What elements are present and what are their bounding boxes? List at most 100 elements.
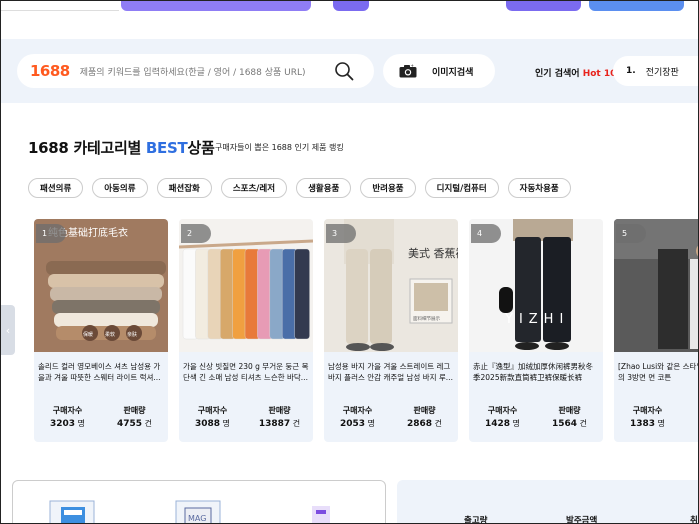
buyers-value: 3203 명 <box>50 419 85 429</box>
product-card[interactable]: 2 가을 신상 빗질면 230 g 무거운 둥근 목 단색 긴 소매 남성 티셔츠… <box>179 219 313 442</box>
product-card[interactable]: 纯色基础打底毛衣 保暖 柔软 亲肤 1 솔리드 컬러 영모베이스 셔츠 남성용 가을과 겨… <box>34 219 168 442</box>
shop-icon[interactable] <box>49 500 95 524</box>
page: 1688 제품의 키워드를 입력하세요(한글 / 영어 / 1688 상품 UR… <box>0 0 699 524</box>
product-title[interactable]: 솔리드 컬러 영모베이스 셔츠 남성용 가을과 겨울 따뜻한 스웨터 라이트 럭… <box>38 361 164 383</box>
svg-text:+: + <box>411 64 414 68</box>
buyers-label: 구매자수 <box>632 406 663 415</box>
rank-badge: 1 <box>36 224 66 243</box>
hot-keyword-rank: 1. <box>626 66 636 76</box>
top-banner[interactable] <box>121 1 311 11</box>
image-search-button[interactable]: + 이미지검색 <box>383 54 495 88</box>
sales-stat: 판매량 13887 건 <box>246 405 313 429</box>
chevron-left-icon: ‹ <box>5 323 11 337</box>
top-banner-strip <box>1 1 698 13</box>
search-icon[interactable] <box>334 61 354 81</box>
rank-badge: 4 <box>471 224 501 243</box>
category-tab[interactable]: 자동차용품 <box>507 178 571 198</box>
product-title[interactable]: 가을 신상 빗질면 230 g 무거운 둥근 목 단색 긴 소매 남성 티셔츠 … <box>183 361 309 383</box>
product-image-tag: 面料细节展示 <box>413 315 440 322</box>
magazine-icon[interactable]: MAG <box>175 500 221 524</box>
buyers-stat: 구매자수 1428 명 <box>469 405 536 429</box>
carousel-prev-button[interactable]: ‹ <box>1 305 15 355</box>
category-tabs: 패션의류 아동의류 패션잡화 스포츠/레저 생활용품 반려용품 디지털/컴퓨터 자동차용품 <box>28 178 571 198</box>
camera-icon: + <box>399 64 417 78</box>
sales-stat: 판매량 4755 건 <box>101 405 168 429</box>
section-title: 1688 카테고리별 BEST상품 <box>28 137 215 158</box>
sales-label: 판매량 <box>681 405 698 416</box>
top-banner[interactable] <box>506 1 581 11</box>
product-stats: 구매자수 3088 명 판매량 13887 건 <box>179 405 313 429</box>
sales-value: 2868 건 <box>407 419 442 429</box>
category-tab[interactable]: 패션의류 <box>28 178 84 198</box>
sales-stat: 판매량 1564 건 <box>536 405 603 429</box>
product-image-tag: 亲肤 <box>127 331 137 338</box>
sales-stat: 판매량 <box>681 405 698 429</box>
buyers-label: 구매자수 <box>52 406 83 415</box>
buyers-stat: 구매자수 3088 명 <box>179 405 246 429</box>
buyers-value: 2053 명 <box>340 419 375 429</box>
section-title-suffix: 상품 <box>187 139 215 157</box>
section-subtitle: 구매자들이 뽑은 1688 인기 제품 랭킹 <box>215 143 344 152</box>
order-amount-label: 발주금액 <box>566 516 598 524</box>
shipments-label: 출고량 <box>464 516 488 524</box>
search-box[interactable]: 1688 제품의 키워드를 입력하세요(한글 / 영어 / 1688 상품 UR… <box>17 54 374 88</box>
rank-badge: 5 <box>616 224 646 243</box>
product-carousel: 纯色基础打底毛衣 保暖 柔软 亲肤 1 솔리드 컬러 영모베이스 셔츠 남성용 가을과 겨… <box>1 219 698 444</box>
sales-stat: 판매량 2868 건 <box>391 405 458 429</box>
sales-value: 13887 건 <box>258 419 301 429</box>
product-image-text: 美式 香蕉裤 <box>408 246 458 260</box>
sales-value: 4755 건 <box>117 419 152 429</box>
hot-keyword-text: 전기장판 <box>645 67 679 78</box>
product-stats: 구매자수 2053 명 판매량 2868 건 <box>324 405 458 429</box>
image-search-label: 이미지검색 <box>432 67 474 78</box>
product-title[interactable]: [Zhao Lusi와 같은 스타일] 오 스타일의 3방면 면 코튼 <box>618 361 698 383</box>
section-title-best: BEST <box>145 139 188 157</box>
rank-badge: 3 <box>326 224 356 243</box>
sales-label: 판매량 <box>413 406 436 415</box>
product-title[interactable]: 赤止『逸型』加绒加厚休闲裤男秋冬季2025新款直筒裤卫裤保暖长裤 <box>473 361 599 383</box>
document-icon[interactable] <box>298 500 344 524</box>
product-card[interactable]: 美式 香蕉裤面料细节展示 3 남성용 바지 가을 겨울 스트레이트 레그 바지 플러… <box>324 219 458 442</box>
product-image-tag: 柔软 <box>105 331 115 338</box>
hot-keywords-label: 인기 검색어 Hot 10! <box>535 66 620 79</box>
sales-label: 판매량 <box>268 406 291 415</box>
category-tab[interactable]: 생활용품 <box>296 178 352 198</box>
buyers-value: 3088 명 <box>195 419 230 429</box>
top-banner[interactable] <box>589 1 684 11</box>
category-tab[interactable]: 디지털/컴퓨터 <box>424 178 499 198</box>
buyers-label: 구매자수 <box>342 406 373 415</box>
category-tab[interactable]: 아동의류 <box>92 178 148 198</box>
sales-label: 판매량 <box>123 406 146 415</box>
hot-keyword-item[interactable]: 1. 전기장판 <box>613 56 698 86</box>
search-area: 1688 제품의 키워드를 입력하세요(한글 / 영어 / 1688 상품 UR… <box>1 39 698 103</box>
category-tab[interactable]: 스포츠/레저 <box>220 178 288 198</box>
buyers-stat: 구매자수 3203 명 <box>34 405 101 429</box>
buyers-value: 1428 명 <box>485 419 520 429</box>
top-banner[interactable] <box>333 1 369 11</box>
product-stats: 구매자수 1383 명 판매량 <box>614 405 698 429</box>
sales-label: 판매량 <box>558 406 581 415</box>
rank-badge: 2 <box>181 224 211 243</box>
stats-panel: 출고량 발주금액 취급아이템 <box>397 480 698 524</box>
search-input[interactable]: 제품의 키워드를 입력하세요(한글 / 영어 / 1688 상품 URL) <box>80 65 306 78</box>
product-image-tag: 保暖 <box>83 331 93 338</box>
category-tab[interactable]: 반려용품 <box>360 178 416 198</box>
product-card[interactable]: YIZHI 4 赤止『逸型』加绒加厚休闲裤男秋冬季2025新款直筒裤卫裤保暖长裤 구매… <box>469 219 603 442</box>
product-stats: 구매자수 3203 명 판매량 4755 건 <box>34 405 168 429</box>
buyers-stat: 구매자수 1383 명 <box>614 405 681 429</box>
buyers-label: 구매자수 <box>487 406 518 415</box>
section-title-prefix: 1688 카테고리별 <box>28 139 141 157</box>
sales-value: 1564 건 <box>552 419 587 429</box>
product-stats: 구매자수 1428 명 판매량 1564 건 <box>469 405 603 429</box>
buyers-value: 1383 명 <box>630 419 665 429</box>
product-title[interactable]: 남성용 바지 가을 겨울 스트레이트 레그 바지 플러스 안감 캐주얼 남성 바… <box>328 361 454 383</box>
category-tab[interactable]: 패션잡화 <box>156 178 212 198</box>
hot-label-text: 인기 검색어 <box>535 69 580 79</box>
site-logo: 1688 <box>30 62 70 80</box>
product-image-text: YIZHI <box>504 312 569 327</box>
product-card[interactable]: 5 [Zhao Lusi와 같은 스타일] 오 스타일의 3방면 면 코튼구매자수… <box>614 219 698 442</box>
svg-text:MAG: MAG <box>188 514 206 523</box>
buyers-label: 구매자수 <box>197 406 228 415</box>
buyers-stat: 구매자수 2053 명 <box>324 405 391 429</box>
items-label: 취급아이템 <box>690 516 698 524</box>
